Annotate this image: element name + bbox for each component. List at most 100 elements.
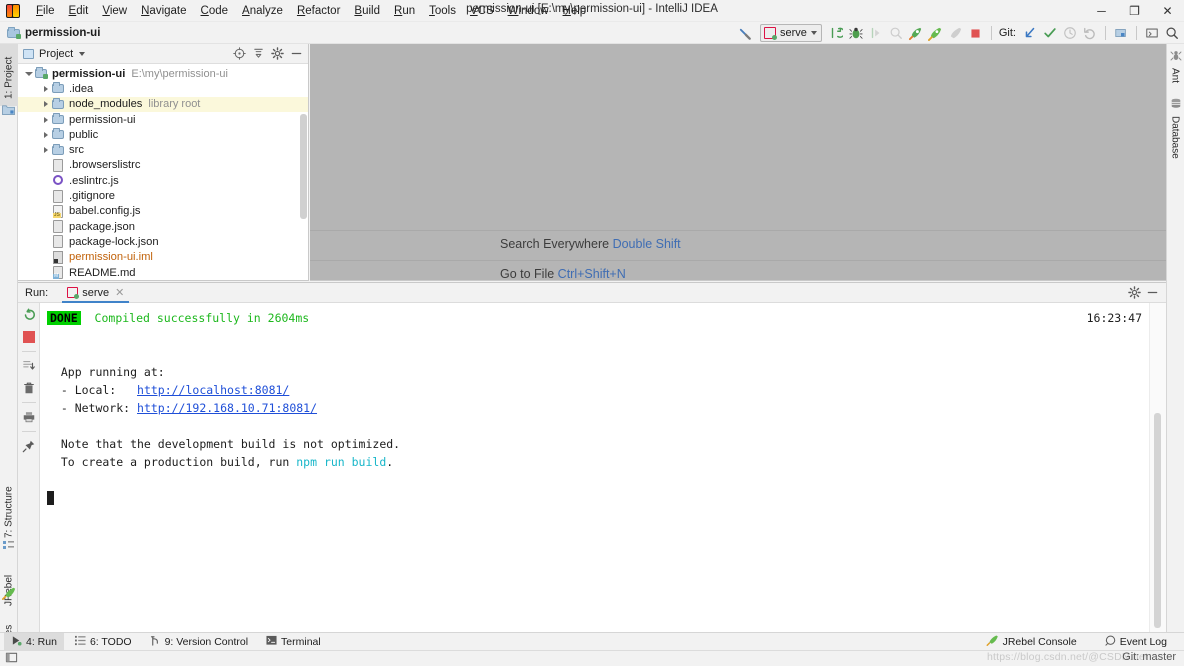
bottom-tab-event-log[interactable]: Event Log	[1098, 633, 1174, 650]
menu-item-tools[interactable]: Tools	[422, 3, 463, 19]
run-panel-label: Run:	[25, 286, 49, 299]
chevron-right-icon[interactable]	[40, 131, 51, 138]
profile-button[interactable]	[886, 23, 906, 43]
tree-row[interactable]: package-lock.json	[18, 234, 308, 249]
eslint-icon	[51, 174, 65, 187]
maximize-button[interactable]: ❐	[1118, 0, 1151, 22]
run-console-output[interactable]: 16:23:47 DONE Compiled successfully in 2…	[40, 303, 1166, 632]
tree-row[interactable]: permission-ui E:\my\permission-ui	[18, 66, 308, 81]
bottom-tab-jrebel-console[interactable]: JRebel Console	[979, 633, 1084, 650]
debug-button[interactable]	[846, 23, 866, 43]
sidebar-item-database[interactable]: Database	[1166, 112, 1184, 168]
console-text-line: Note that the development build is not o…	[47, 437, 401, 451]
search-icon[interactable]	[1162, 23, 1182, 43]
hint-shortcut-0: Double Shift	[612, 237, 681, 251]
menu-item-build[interactable]: Build	[347, 3, 387, 19]
menu-item-file[interactable]: File	[29, 3, 62, 19]
breadcrumb[interactable]: permission-ui	[7, 27, 100, 39]
scroll-to-end-icon[interactable]	[21, 358, 37, 374]
bottom-tab-run[interactable]: 4: Run	[4, 633, 64, 650]
jrebel-disabled-icon[interactable]	[946, 23, 966, 43]
hint-go-to-file: Go to File Ctrl+Shift+N	[500, 267, 626, 281]
jrebel-icon	[2, 586, 16, 603]
chevron-right-icon[interactable]	[40, 116, 51, 123]
sidebar-item-project[interactable]: 1: Project	[0, 44, 18, 106]
chevron-right-icon[interactable]	[40, 85, 51, 92]
tree-row[interactable]: permission-ui.iml	[18, 250, 308, 265]
tree-row[interactable]: .gitignore	[18, 188, 308, 203]
tree-row[interactable]: .browserslistrc	[18, 158, 308, 173]
network-url-link[interactable]: http://192.168.10.71:8081/	[137, 401, 317, 415]
close-icon[interactable]: ✕	[115, 286, 124, 299]
tree-row[interactable]: permission-ui	[18, 112, 308, 127]
collapse-all-icon[interactable]	[250, 46, 266, 62]
locate-icon[interactable]	[231, 46, 247, 62]
menu-item-code[interactable]: Code	[194, 3, 236, 19]
menu-item-vcs[interactable]: VCS	[463, 3, 501, 19]
tree-row-label: package-lock.json	[69, 235, 159, 248]
git-commit-icon[interactable]	[1040, 23, 1060, 43]
menu-item-view[interactable]: View	[95, 3, 134, 19]
git-update-icon[interactable]	[1020, 23, 1040, 43]
tree-row[interactable]: src	[18, 142, 308, 157]
menu-item-edit[interactable]: Edit	[62, 3, 96, 19]
bottom-tab-version-control[interactable]: 9: Version Control	[143, 633, 255, 650]
close-button[interactable]: ✕	[1151, 0, 1184, 22]
menu-item-analyze[interactable]: Analyze	[235, 3, 290, 19]
git-branch-indicator[interactable]: Git: master	[1122, 651, 1176, 663]
tree-row[interactable]: babel.config.js	[18, 204, 308, 219]
menu-item-window[interactable]: Window	[501, 3, 556, 19]
console-scrollbar-thumb[interactable]	[1154, 413, 1161, 628]
sidebar-item-structure[interactable]: 7: Structure	[0, 458, 18, 542]
console-url-prefix: - Local:	[47, 383, 138, 397]
module-folder-icon	[34, 67, 48, 80]
run-configuration-selector[interactable]: serve	[759, 24, 822, 42]
tree-row[interactable]: .idea	[18, 81, 308, 96]
console-caret-line	[47, 489, 1166, 507]
bottom-tool-stripe: 4: Run 6: TODO 9: Version Control Termin…	[0, 632, 1184, 650]
tree-row[interactable]: package.json	[18, 219, 308, 234]
hide-panel-icon[interactable]	[1144, 285, 1160, 301]
hide-tool-windows-icon[interactable]	[5, 651, 18, 666]
chevron-right-icon[interactable]	[40, 101, 51, 108]
build-hammer-icon[interactable]	[736, 23, 756, 43]
minimize-button[interactable]: ─	[1085, 0, 1118, 22]
project-tree-scrollbar[interactable]	[300, 114, 307, 219]
tree-row[interactable]: README.md	[18, 265, 308, 280]
menu-item-run[interactable]: Run	[387, 3, 422, 19]
terminal-window-icon[interactable]	[1142, 23, 1162, 43]
sidebar-item-ant[interactable]: Ant	[1166, 64, 1184, 92]
rerun-icon[interactable]	[21, 307, 37, 323]
gear-icon[interactable]	[269, 46, 285, 62]
hide-panel-icon[interactable]	[288, 46, 304, 62]
git-revert-icon[interactable]	[1080, 23, 1100, 43]
trash-icon[interactable]	[21, 380, 37, 396]
bottom-tab-terminal[interactable]: Terminal	[259, 633, 328, 650]
chevron-right-icon[interactable]	[40, 147, 51, 154]
stop-icon[interactable]	[21, 329, 37, 345]
tree-row[interactable]: .eslintrc.js	[18, 173, 308, 188]
print-icon[interactable]	[21, 409, 37, 425]
menu-item-refactor[interactable]: Refactor	[290, 3, 347, 19]
chevron-down-icon[interactable]	[79, 51, 86, 56]
local-url-link[interactable]: http://localhost:8081/	[137, 383, 289, 397]
gear-icon[interactable]	[1126, 285, 1142, 301]
chevron-down-icon[interactable]	[23, 71, 34, 76]
run-tab-serve[interactable]: serve ✕	[62, 283, 130, 303]
menu-item-help[interactable]: Help	[556, 3, 594, 19]
stop-button[interactable]	[966, 23, 986, 43]
project-tree[interactable]: permission-ui E:\my\permission-ui .idea nod…	[18, 64, 308, 280]
project-structure-icon[interactable]	[1111, 23, 1131, 43]
pin-icon[interactable]	[21, 438, 37, 454]
deploy-rocket-icon[interactable]	[906, 23, 926, 43]
tree-row[interactable]: node_modules library root	[18, 96, 308, 112]
status-badge: DONE	[47, 311, 81, 325]
git-history-icon[interactable]	[1060, 23, 1080, 43]
run-button[interactable]	[826, 23, 846, 43]
jrebel-deploy-icon[interactable]	[926, 23, 946, 43]
bottom-tab-todo[interactable]: 6: TODO	[68, 633, 139, 650]
menu-item-navigate[interactable]: Navigate	[134, 3, 193, 19]
tree-row[interactable]: public	[18, 127, 308, 142]
run-with-coverage-button[interactable]	[866, 23, 886, 43]
